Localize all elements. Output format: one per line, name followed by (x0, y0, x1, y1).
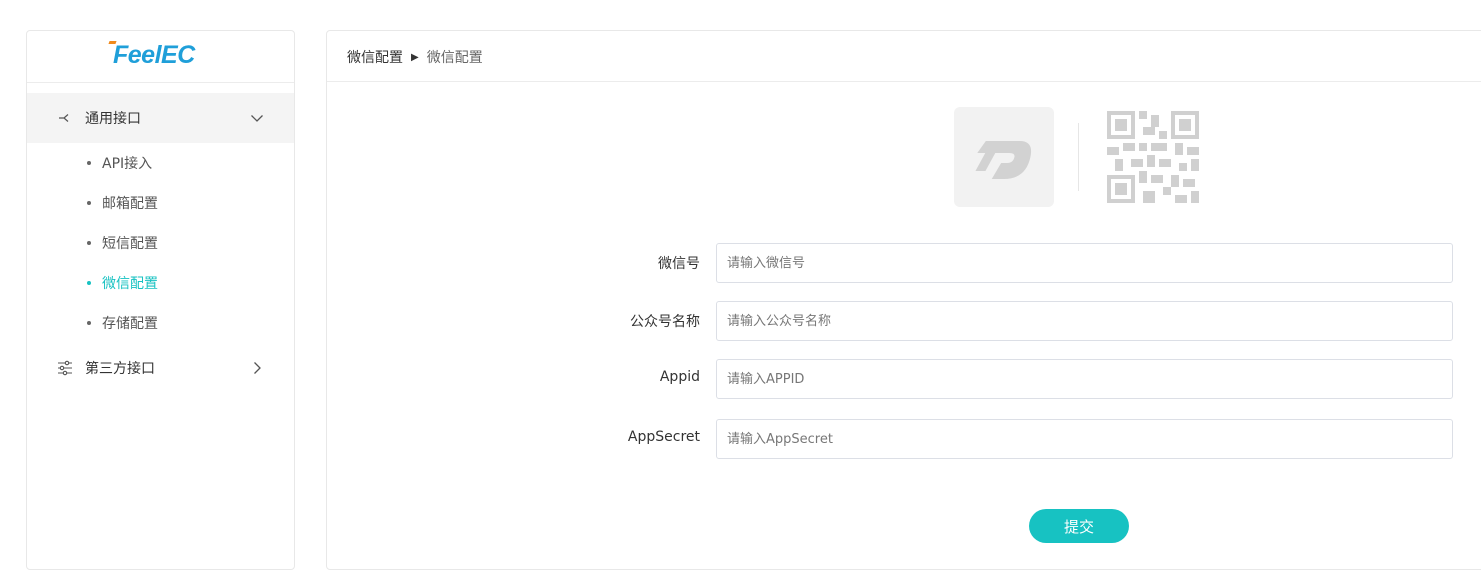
breadcrumb-current: 微信配置 (426, 50, 483, 66)
account-name-label: 公众号名称 (630, 314, 700, 330)
bullet-dot (87, 161, 91, 165)
form-row-appid: Appid (327, 359, 1481, 399)
bullet-dot (87, 241, 91, 245)
bullet-dot (87, 321, 91, 325)
breadcrumb: 微信配置 ▶ 微信配置 (347, 47, 483, 67)
qr-code-icon (1107, 111, 1199, 203)
sidebar-item-api-access[interactable]: API接入 (87, 153, 152, 173)
form-row-account-name: 公众号名称 (327, 301, 1481, 341)
app-logo-tile (954, 107, 1054, 207)
brand-logo-text: FeelEC (113, 41, 195, 69)
breadcrumb-parent[interactable]: 微信配置 (347, 47, 403, 67)
wechat-id-input[interactable] (716, 243, 1453, 283)
sliders-icon (58, 360, 72, 376)
brand-logo: FeelEC (108, 41, 195, 70)
wechat-id-label: 微信号 (658, 256, 700, 272)
bullet-dot (87, 281, 91, 285)
sidebar-item-label: 微信配置 (102, 276, 158, 292)
chevron-right-icon (254, 362, 261, 374)
account-name-input[interactable] (716, 301, 1453, 341)
sidebar-group-general-api[interactable]: 通用接口 (27, 93, 294, 143)
sidebar: FeelEC 通用接口 API接入 邮箱配置 短信配置 微信配置 存储配置 第三… (26, 30, 295, 570)
appsecret-input[interactable] (716, 419, 1453, 459)
vertical-divider (1078, 123, 1079, 191)
sidebar-group-label: 通用接口 (85, 111, 141, 127)
logo-accent-mark (108, 41, 117, 44)
sidebar-group-label: 第三方接口 (85, 361, 155, 377)
header-divider (327, 81, 1481, 82)
sidebar-item-email-config[interactable]: 邮箱配置 (87, 193, 158, 213)
bullet-dot (87, 201, 91, 205)
appid-label: Appid (659, 369, 700, 385)
sidebar-item-sms-config[interactable]: 短信配置 (87, 233, 158, 253)
sidebar-item-label: API接入 (102, 156, 153, 172)
sidebar-item-label: 邮箱配置 (102, 196, 158, 212)
form-row-wechat-id: 微信号 (327, 243, 1481, 283)
sidebar-item-label: 短信配置 (102, 236, 158, 252)
app-logo-icon (975, 141, 1032, 179)
api-branch-icon (59, 114, 69, 122)
appid-input[interactable] (716, 359, 1453, 399)
form-row-appsecret: AppSecret (327, 419, 1481, 459)
submit-button[interactable]: 提交 (1029, 509, 1129, 543)
sidebar-group-third-party-api[interactable]: 第三方接口 (27, 343, 294, 393)
appsecret-label: AppSecret (627, 429, 700, 445)
sidebar-item-storage-config[interactable]: 存储配置 (87, 313, 158, 333)
chevron-down-icon (251, 115, 263, 122)
breadcrumb-separator-icon: ▶ (411, 51, 419, 63)
sidebar-item-wechat-config[interactable]: 微信配置 (87, 273, 158, 293)
sidebar-item-label: 存储配置 (102, 316, 158, 332)
logo-area: FeelEC (27, 31, 294, 83)
main-panel: 微信配置 ▶ 微信配置 微信号 请输入微信号 公众号名称 请输入公众号名称 Ap… (326, 30, 1481, 570)
